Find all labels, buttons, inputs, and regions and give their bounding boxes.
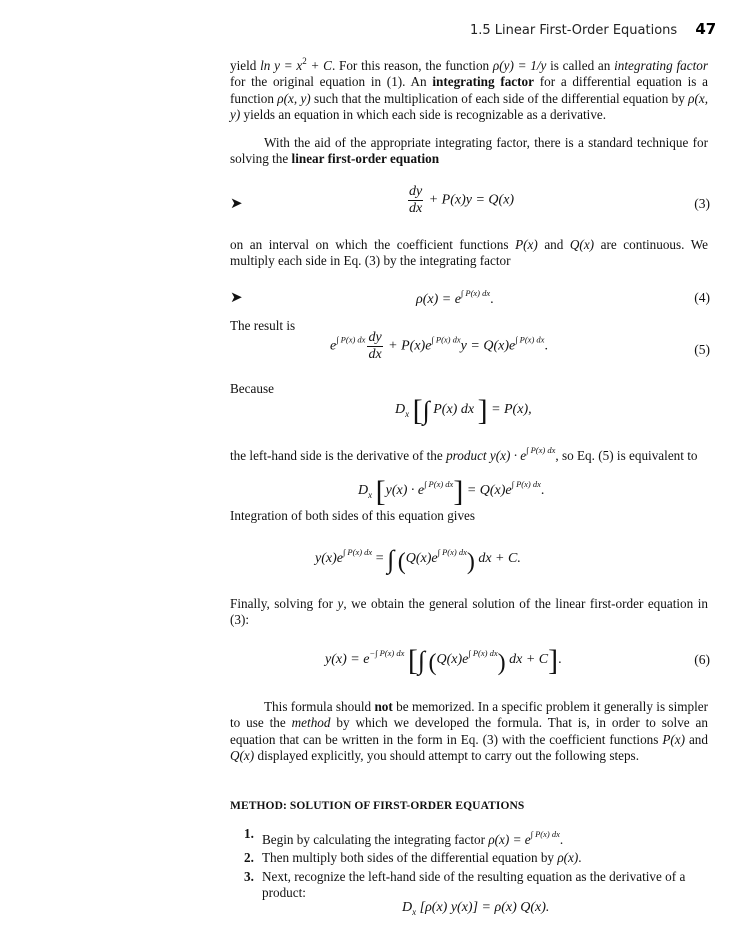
method-heading: METHOD: SOLUTION OF FIRST-ORDER EQUATION… — [230, 800, 525, 812]
arrow-marker-icon: ➤ — [230, 290, 243, 306]
method-step: 1. Begin by calculating the integrating … — [244, 826, 564, 847]
method-steps-list: 1. Begin by calculating the integrating … — [244, 826, 708, 901]
equation-integrated: y(x)e∫ P(x) dx = ∫ (Q(x)e∫ P(x) dx) dx +… — [315, 545, 521, 575]
equation-label: (5) — [694, 342, 710, 357]
paragraph-integration: Integration of both sides of this equati… — [230, 508, 476, 523]
equation-3: ➤ dy dx + P(x)y = Q(x) (3) — [230, 184, 710, 216]
paragraph-left-hand-side-product: the left-hand side is the derivative of … — [230, 445, 698, 463]
equation-label: (4) — [694, 290, 710, 305]
paragraph-continuous-coefficients: on an interval on which the coefficient … — [230, 237, 709, 269]
running-header: 1.5 Linear First-Order Equations 47 — [470, 20, 716, 38]
method-step: 2. Then multiply both sides of the diffe… — [244, 850, 582, 866]
equation-5: e∫ P(x) dx dy dx + P(x)e∫ P(x) dxy = Q(x)e… — [330, 330, 710, 362]
paragraph-not-memorized: This formula should not be memorized. In… — [230, 699, 708, 763]
term-integrating-factor: integrating factor — [432, 74, 534, 90]
equation-product-derivative: Dx [ρ(x) y(x)] = ρ(x) Q(x). — [402, 900, 550, 917]
paragraph-standard-technique: With the aid of the appropriate integrat… — [230, 135, 708, 167]
arrow-marker-icon: ➤ — [230, 196, 243, 212]
method-step: 3. Next, recognize the left-hand side of… — [244, 868, 686, 900]
equation-equivalent-form: Dx [y(x) · e∫ P(x) dx] = Q(x)e∫ P(x) dx. — [358, 475, 545, 508]
equation-4: ➤ ρ(x) = e∫ P(x) dx. (4) — [230, 288, 710, 307]
paragraph-integrating-factor-definition: yield ln y = x2 + C. For this reason, th… — [230, 56, 708, 122]
paragraph-because: Because — [230, 381, 274, 396]
paragraph-general-solution: Finally, solving for y, we obtain the ge… — [230, 596, 708, 628]
equation-6: y(x) = e−∫ P(x) dx [∫ (Q(x)e∫ P(x) dx) d… — [325, 644, 710, 677]
page-number: 47 — [695, 20, 717, 38]
equation-derivative-of-integral: Dx [∫ P(x) dx ] = P(x), — [395, 394, 532, 427]
equation-label: (3) — [694, 196, 710, 211]
equation-label: (6) — [694, 652, 710, 667]
section-title: 1.5 Linear First-Order Equations — [470, 23, 678, 38]
term-linear-first-order-equation: linear first-order equation — [291, 151, 440, 167]
